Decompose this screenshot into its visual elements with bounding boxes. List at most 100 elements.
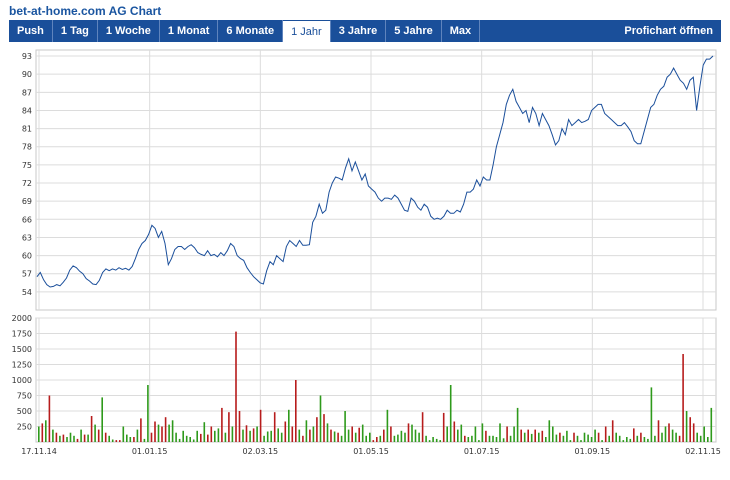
volume-bar	[696, 432, 698, 442]
volume-bar	[442, 412, 445, 442]
volume-bar	[189, 437, 191, 442]
volume-bar	[164, 417, 167, 442]
volume-bar	[495, 437, 498, 442]
volume-bar	[460, 424, 463, 442]
volume-y-tick-label: 1250	[12, 361, 32, 370]
volume-bar	[675, 432, 677, 442]
volume-bar	[242, 429, 244, 442]
volume-bar	[523, 432, 526, 442]
volume-bar	[101, 397, 103, 442]
volume-bar	[530, 433, 533, 442]
volume-bar	[548, 420, 551, 442]
volume-bar	[369, 432, 371, 442]
volume-grid	[35, 317, 717, 443]
x-tick-label: 01.09.15	[575, 447, 611, 456]
volume-bar	[333, 431, 336, 442]
volume-bar	[122, 426, 125, 442]
volume-bar	[710, 407, 713, 442]
volume-bar	[383, 429, 385, 442]
volume-bar	[671, 429, 674, 442]
tab-5-jahre[interactable]: 5 Jahre	[386, 20, 442, 42]
volume-bar	[566, 430, 568, 442]
tab-3-jahre[interactable]: 3 Jahre	[331, 20, 387, 42]
volume-bar	[707, 437, 709, 442]
price-y-tick-label: 87	[22, 88, 32, 97]
volume-bar	[534, 429, 536, 442]
volume-bar	[699, 435, 702, 442]
volume-bar	[221, 407, 223, 442]
volume-bar	[654, 435, 656, 442]
volume-bar	[647, 438, 649, 442]
volume-bar	[168, 424, 170, 442]
tab-push[interactable]: Push	[9, 20, 53, 42]
volume-bar	[256, 426, 258, 442]
tab-6-monate[interactable]: 6 Monate	[218, 20, 284, 42]
volume-bar	[41, 423, 44, 442]
volume-bar	[94, 424, 96, 442]
tab-1-jahr[interactable]: 1 Jahr	[283, 20, 331, 42]
price-y-tick-label: 54	[22, 288, 32, 297]
volume-bar	[291, 426, 294, 442]
volume-bar	[83, 434, 86, 442]
tab-1-tag[interactable]: 1 Tag	[53, 20, 98, 42]
volume-bar	[414, 429, 417, 442]
volume-bar	[326, 423, 329, 442]
tab-1-woche[interactable]: 1 Woche	[98, 20, 160, 42]
volume-bar	[661, 432, 663, 442]
volume-bar	[411, 424, 413, 442]
volume-bar	[59, 435, 61, 442]
volume-bar	[203, 422, 206, 442]
volume-bar	[464, 435, 466, 442]
volume-bar	[316, 417, 318, 442]
volume-bar	[400, 430, 403, 442]
volume-bar	[80, 429, 82, 442]
volume-bar	[38, 426, 40, 442]
volume-bar	[692, 423, 695, 442]
x-tick-label: 01.07.15	[464, 447, 500, 456]
volume-bar	[361, 424, 364, 442]
volume-bar	[379, 435, 382, 442]
price-y-tick-label: 90	[22, 70, 32, 79]
x-tick-label: 02.03.15	[243, 447, 279, 456]
volume-bar	[210, 426, 213, 442]
volume-bar	[481, 423, 484, 442]
volume-bar	[238, 411, 241, 442]
volume-y-tick-label: 1750	[12, 330, 32, 339]
volume-bar	[231, 426, 234, 442]
volume-bar	[150, 432, 153, 442]
volume-bar	[576, 435, 579, 442]
volume-bar	[90, 416, 93, 442]
volume-bar	[119, 440, 121, 442]
volume-bar	[337, 432, 339, 442]
volume-bar	[365, 435, 367, 442]
volume-bar	[52, 429, 54, 442]
volume-bar	[622, 440, 625, 442]
volume-bar	[347, 429, 350, 442]
volume-bar	[55, 432, 58, 442]
volume-bar	[97, 429, 100, 442]
volume-bar	[161, 426, 163, 442]
price-y-axis: 54 57 60 63 66 69 72 75 78 81 84 87 90 93	[22, 52, 32, 297]
price-y-tick-label: 81	[22, 125, 32, 134]
price-y-tick-label: 72	[22, 179, 32, 188]
volume-bar	[309, 429, 311, 442]
volume-bar	[449, 385, 452, 442]
volume-bar	[580, 440, 582, 442]
profichart-button[interactable]: Profichart öffnen	[616, 20, 721, 42]
volume-bar	[703, 426, 705, 442]
volume-bar	[182, 430, 184, 442]
price-panel-frame	[35, 49, 717, 311]
tab-1-monat[interactable]: 1 Monat	[160, 20, 219, 42]
volume-bar	[111, 439, 114, 442]
volume-bar	[604, 426, 607, 442]
volume-bar	[157, 424, 160, 442]
volume-bar	[259, 409, 262, 442]
volume-bar	[643, 437, 646, 442]
volume-bar	[323, 414, 325, 442]
volume-bar	[583, 432, 586, 442]
volume-y-tick-label: 750	[17, 392, 32, 401]
price-y-tick-label: 60	[22, 252, 32, 261]
volume-bar	[390, 426, 392, 442]
tab-max[interactable]: Max	[442, 20, 481, 42]
volume-bar	[143, 438, 146, 442]
